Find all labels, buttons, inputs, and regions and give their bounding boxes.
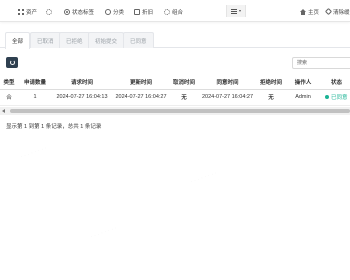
scrollbar-thumb[interactable] [10,109,350,113]
refresh-button[interactable] [6,57,18,68]
tab-cancelled[interactable]: 已取消 [30,32,61,48]
search-input[interactable] [292,57,350,69]
tab-label: 已同意 [130,38,147,45]
cell-operator: Admin [287,89,319,106]
tab-label: 已拒绝 [66,38,83,45]
cell-agree-time: 2024-07-27 16:04:27 [200,89,255,106]
tab-rejected[interactable]: 已拒绝 [59,32,90,48]
column-header[interactable]: 更新时间 [114,75,168,90]
nav-item-depreciation[interactable]: 折旧 [134,7,153,16]
top-navbar: 资产 状态标签 分类 折旧 组合 主页 清除缓 [0,0,350,22]
column-header[interactable]: 请求时间 [50,75,114,90]
tab-approved[interactable]: 已同意 [123,32,154,48]
column-header[interactable]: 申请数量 [20,75,50,90]
cell-reject-time: 无 [255,89,287,106]
watermark: · · · · · · · · [189,170,218,186]
status-badge: 已同意 [325,93,348,101]
box-icon [134,8,140,15]
nav-item-kits[interactable]: 组合 [164,7,183,16]
grid-icon [18,8,24,15]
gear-icon [46,8,52,15]
cell-cancel-time: 无 [168,89,200,106]
tab-label: 初始提交 [95,38,118,45]
clear-cache-link[interactable]: 清除缓 [324,7,350,16]
tab-label: 已取消 [37,38,54,45]
clear-cache-label: 清除缓 [333,9,350,16]
column-header[interactable]: 同意时间 [200,75,255,90]
scroll-left-icon[interactable] [2,109,5,113]
cell-status: 已同意 [319,89,350,106]
cell-type: 合 [0,89,20,106]
column-header[interactable]: 取消时间 [168,75,200,90]
column-header[interactable]: 操作人 [287,75,319,90]
nav-item-categories[interactable]: 分类 [105,7,124,16]
tab-label: 全部 [12,39,24,45]
nav-item-label: 组合 [172,9,184,16]
target-icon [64,8,70,15]
cell-request-time: 2024-07-27 16:04:13 [50,89,114,106]
status-tabs: 全部 已取消 已拒绝 初始提交 已同意 [0,30,350,49]
column-header[interactable]: 状态 [319,75,350,90]
circle-icon [105,8,111,15]
refresh-icon [9,60,15,65]
status-label: 已同意 [330,95,348,101]
status-dot-icon [325,95,330,99]
nav-item-status-labels[interactable]: 状态标签 [64,7,94,16]
cell-update-time: 2024-07-27 16:04:27 [114,89,168,106]
column-header[interactable]: 类型 [0,75,20,90]
nav-item-assets[interactable]: 资产 [18,7,37,16]
caret-down-icon [238,10,241,12]
column-header[interactable]: 拒绝时间 [255,75,287,90]
nav-item-label: 折旧 [142,9,154,16]
home-label: 主页 [308,9,320,16]
nav-item-label: 状态标签 [72,9,95,16]
watermark: · · · · · · · · [89,225,118,241]
cell-quantity: 1 [20,89,50,106]
menu-icon [231,8,238,14]
menu-toggle-button[interactable] [226,5,246,17]
home-icon [300,8,306,15]
watermark: · · · · · · · · [19,145,48,161]
tab-initial-submit[interactable]: 初始提交 [88,32,125,48]
horizontal-scrollbar[interactable] [0,107,350,115]
home-link[interactable]: 主页 [300,7,319,16]
eraser-icon [324,7,333,16]
tab-all[interactable]: 全部 [5,32,31,49]
nav-item-label: 分类 [113,9,125,16]
nav-item-label: 资产 [26,9,38,16]
nav-item-settings[interactable] [46,7,52,16]
pagination-info: 显示第 1 到第 1 条记录，总共 1 条记录 [6,124,102,130]
table-header-row: 类型 申请数量 请求时间 更新时间 取消时间 同意时间 拒绝时间 操作人 状态 [0,75,350,90]
gear-icon [164,8,170,15]
table-row[interactable]: 合 1 2024-07-27 16:04:13 2024-07-27 16:04… [0,89,350,106]
